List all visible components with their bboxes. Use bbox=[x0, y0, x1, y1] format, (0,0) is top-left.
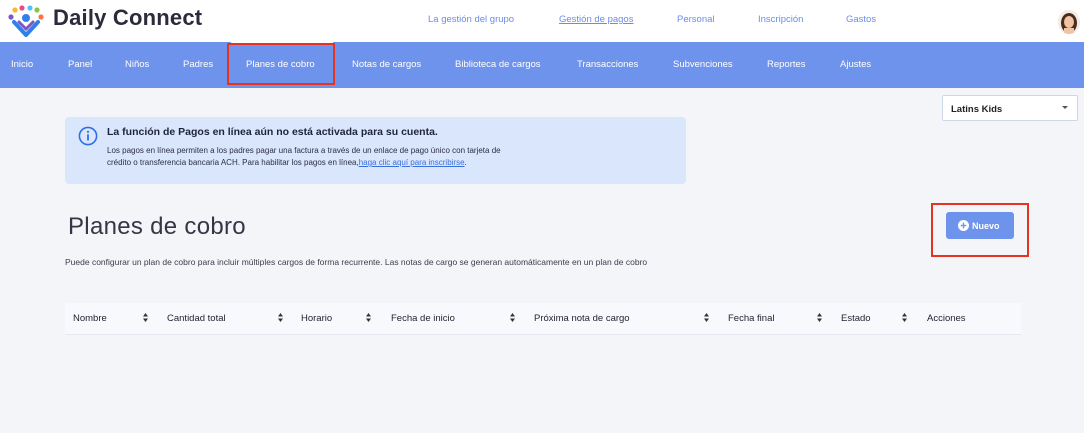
sort-icon[interactable] bbox=[816, 312, 823, 323]
nav-reportes[interactable]: Reportes bbox=[767, 59, 806, 70]
main-nav-bar: Inicio Panel Niños Padres Planes de cobr… bbox=[0, 42, 1084, 121]
column-header-proxima-nota-de-cargo[interactable]: Próxima nota de cargo bbox=[534, 313, 630, 324]
sort-icon[interactable] bbox=[142, 312, 149, 323]
nav-transacciones[interactable]: Transacciones bbox=[577, 59, 638, 70]
column-header-fecha-final[interactable]: Fecha final bbox=[728, 313, 774, 324]
user-avatar-icon bbox=[1058, 10, 1080, 34]
toplink-payment-management[interactable]: Gestión de pagos bbox=[559, 14, 633, 25]
enroll-online-payments-link[interactable]: haga clic aquí para inscribirse bbox=[359, 158, 465, 167]
highlight-box-planes-de-cobro bbox=[227, 43, 335, 85]
sort-icon[interactable] bbox=[509, 312, 516, 323]
nav-panel[interactable]: Panel bbox=[68, 59, 92, 70]
nav-ninos[interactable]: Niños bbox=[125, 59, 149, 70]
toplink-group-management[interactable]: La gestión del grupo bbox=[428, 14, 514, 25]
column-header-cantidad-total[interactable]: Cantidad total bbox=[167, 313, 226, 324]
toplink-enrollment[interactable]: Inscripción bbox=[758, 14, 803, 25]
banner-text: Los pagos en línea permiten a los padres… bbox=[107, 145, 627, 169]
nav-padres[interactable]: Padres bbox=[183, 59, 213, 70]
top-header: Daily Connect La gestión del grupo Gesti… bbox=[0, 0, 1084, 42]
nav-inicio[interactable]: Inicio bbox=[11, 59, 33, 70]
payment-plans-table-header: Nombre Cantidad total Horario Fecha de i… bbox=[65, 303, 1021, 335]
column-header-fecha-de-inicio[interactable]: Fecha de inicio bbox=[391, 313, 455, 324]
brand-name: Daily Connect bbox=[53, 5, 203, 30]
toplink-expenses[interactable]: Gastos bbox=[846, 14, 876, 25]
banner-text-end: . bbox=[464, 158, 467, 167]
center-select-value: Latins Kids bbox=[951, 104, 1003, 115]
toplink-staff[interactable]: Personal bbox=[677, 14, 715, 25]
page-title: Planes de cobro bbox=[68, 213, 246, 240]
column-header-horario[interactable]: Horario bbox=[301, 313, 332, 324]
banner-text-line-2: crédito o transferencia bancaria ACH. Pa… bbox=[107, 158, 359, 167]
daily-connect-logo-icon[interactable] bbox=[6, 5, 46, 37]
center-select[interactable]: Latins Kids bbox=[942, 95, 1078, 121]
chevron-down-icon bbox=[1062, 106, 1068, 109]
column-header-estado[interactable]: Estado bbox=[841, 313, 871, 324]
sort-icon[interactable] bbox=[703, 312, 710, 323]
nav-notas-de-cargos[interactable]: Notas de cargos bbox=[352, 59, 421, 70]
sort-icon[interactable] bbox=[365, 312, 372, 323]
banner-title: La función de Pagos en línea aún no está… bbox=[107, 126, 438, 138]
nav-biblioteca-de-cargos[interactable]: Biblioteca de cargos bbox=[455, 59, 541, 70]
highlight-box-new-button bbox=[931, 203, 1029, 257]
info-icon bbox=[78, 126, 98, 146]
column-header-nombre[interactable]: Nombre bbox=[73, 313, 107, 324]
nav-ajustes[interactable]: Ajustes bbox=[840, 59, 871, 70]
sort-icon[interactable] bbox=[901, 312, 908, 323]
banner-text-line-1: Los pagos en línea permiten a los padres… bbox=[107, 146, 501, 155]
column-header-acciones: Acciones bbox=[927, 313, 966, 324]
sort-icon[interactable] bbox=[277, 312, 284, 323]
user-avatar[interactable] bbox=[1058, 10, 1080, 34]
nav-subvenciones[interactable]: Subvenciones bbox=[673, 59, 733, 70]
page-description: Puede configurar un plan de cobro para i… bbox=[65, 257, 648, 267]
online-payments-info-banner: La función de Pagos en línea aún no está… bbox=[65, 117, 686, 184]
